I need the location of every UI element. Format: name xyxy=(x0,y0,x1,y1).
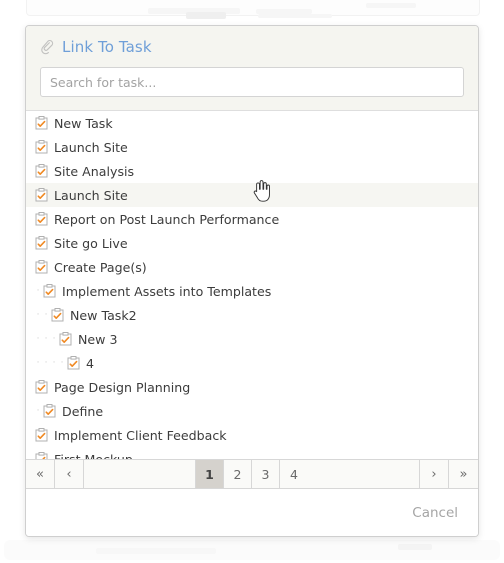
task-label: First Mockup xyxy=(54,451,133,460)
cancel-button[interactable]: Cancel xyxy=(410,501,460,525)
task-label: Implement Assets into Templates xyxy=(62,283,272,299)
task-clipboard-icon xyxy=(67,356,80,370)
task-label: New Task xyxy=(54,115,113,131)
task-clipboard-icon xyxy=(35,140,48,154)
task-clipboard-icon xyxy=(35,212,48,226)
task-list-item[interactable]: · · New Task2 xyxy=(26,303,478,327)
task-list-item[interactable]: Launch Site xyxy=(26,135,478,159)
link-to-task-dialog: Link To Task New Task Launch Site Site Ana… xyxy=(25,25,479,537)
task-list-item[interactable]: · · · New 3 xyxy=(26,327,478,351)
task-clipboard-icon xyxy=(43,284,56,298)
task-clipboard-icon xyxy=(35,188,48,202)
indent-dot: · xyxy=(44,333,48,344)
background-text-smudge xyxy=(398,544,432,550)
dialog-title: Link To Task xyxy=(62,37,152,56)
pagination-right-filler xyxy=(308,460,420,488)
task-indent-dots: · · · xyxy=(34,333,58,344)
task-list-item[interactable]: Launch Site xyxy=(26,183,478,207)
indent-dot: · xyxy=(52,357,56,368)
task-list-item[interactable]: · Define xyxy=(26,399,478,423)
indent-dot: · xyxy=(44,357,48,368)
pagination-bar: « ‹ 1234 › » xyxy=(26,459,478,489)
task-clipboard-icon xyxy=(35,164,48,178)
task-list-item[interactable]: Implement Client Feedback xyxy=(26,423,478,447)
task-list-item[interactable]: Site go Live xyxy=(26,231,478,255)
pagination-prev-button[interactable]: ‹ xyxy=(55,460,84,488)
task-label: Site go Live xyxy=(54,235,128,251)
task-list-item[interactable]: First Mockup xyxy=(26,447,478,459)
task-clipboard-icon xyxy=(43,404,56,418)
task-clipboard-icon xyxy=(35,260,48,274)
task-indent-dots: · xyxy=(34,405,42,416)
task-label: New Task2 xyxy=(70,307,137,323)
pagination-next-button[interactable]: › xyxy=(420,460,449,488)
task-list[interactable]: New Task Launch Site Site Analysis Launch S… xyxy=(26,111,478,459)
task-clipboard-icon xyxy=(35,452,48,459)
task-label: Launch Site xyxy=(54,187,128,203)
task-label: Define xyxy=(62,403,104,419)
pagination-left-filler xyxy=(84,460,196,488)
task-list-item[interactable]: · Implement Assets into Templates xyxy=(26,279,478,303)
indent-dot: · xyxy=(36,333,40,344)
task-list-item[interactable]: Report on Post Launch Performance xyxy=(26,207,478,231)
search-input[interactable] xyxy=(40,67,464,97)
task-clipboard-icon xyxy=(35,380,48,394)
background-lower-panel xyxy=(4,540,500,560)
task-label: Create Page(s) xyxy=(54,259,147,275)
indent-dot: · xyxy=(60,357,64,368)
task-indent-dots: · · · · xyxy=(34,357,66,368)
task-clipboard-icon xyxy=(35,236,48,250)
task-clipboard-icon xyxy=(35,116,48,130)
task-label: 4 xyxy=(86,355,95,371)
indent-dot: · xyxy=(44,309,48,320)
task-clipboard-icon xyxy=(35,428,48,442)
task-list-item[interactable]: New Task xyxy=(26,111,478,135)
task-label: Launch Site xyxy=(54,139,128,155)
pagination-page-2[interactable]: 2 xyxy=(224,460,252,488)
task-clipboard-icon xyxy=(59,332,72,346)
indent-dot: · xyxy=(36,357,40,368)
task-indent-dots: · xyxy=(34,285,42,296)
dialog-header: Link To Task xyxy=(26,26,478,111)
pagination-first-button[interactable]: « xyxy=(26,460,55,488)
task-list-item[interactable]: Page Design Planning xyxy=(26,375,478,399)
indent-dot: · xyxy=(52,333,56,344)
task-label: New 3 xyxy=(78,331,118,347)
pagination-page-numbers: 1234 xyxy=(196,460,308,488)
background-text-smudge xyxy=(258,14,332,18)
background-text-smudge xyxy=(96,548,216,554)
indent-dot: · xyxy=(36,405,40,416)
task-label: Report on Post Launch Performance xyxy=(54,211,280,227)
indent-dot: · xyxy=(36,309,40,320)
task-label: Site Analysis xyxy=(54,163,135,179)
dialog-footer: Cancel xyxy=(26,489,478,536)
task-indent-dots: · · xyxy=(34,309,50,320)
pagination-last-button[interactable]: » xyxy=(449,460,478,488)
indent-dot: · xyxy=(36,285,40,296)
pagination-page-3[interactable]: 3 xyxy=(252,460,280,488)
dialog-title-row: Link To Task xyxy=(40,36,464,58)
task-clipboard-icon xyxy=(51,308,64,322)
task-list-item[interactable]: Site Analysis xyxy=(26,159,478,183)
pagination-page-4[interactable]: 4 xyxy=(280,460,308,488)
task-label: Page Design Planning xyxy=(54,379,191,395)
background-text-smudge xyxy=(186,12,226,19)
task-list-item[interactable]: Create Page(s) xyxy=(26,255,478,279)
background-text-smudge xyxy=(366,3,416,8)
pagination-page-1[interactable]: 1 xyxy=(196,460,224,488)
paperclip-icon xyxy=(41,39,54,54)
task-label: Implement Client Feedback xyxy=(54,427,227,443)
task-list-item[interactable]: · · · · 4 xyxy=(26,351,478,375)
